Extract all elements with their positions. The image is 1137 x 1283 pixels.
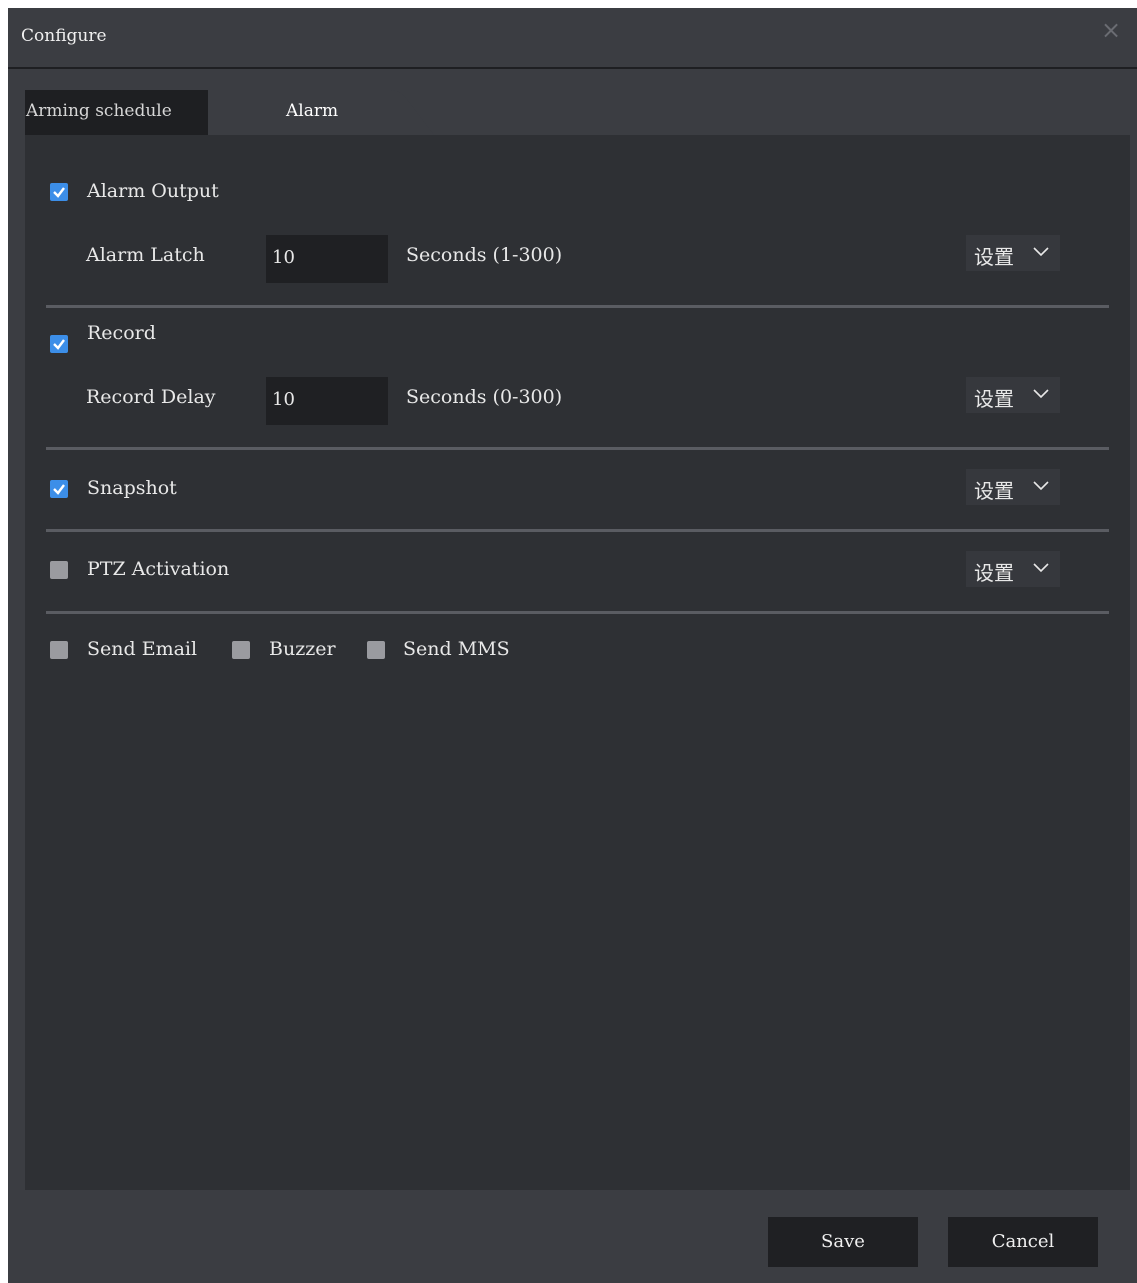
- divider: [46, 611, 1109, 614]
- snapshot-settings-button[interactable]: 设置: [966, 469, 1060, 505]
- divider: [46, 529, 1109, 532]
- tab-arming-schedule[interactable]: Arming schedule: [25, 90, 225, 135]
- snapshot-settings-label: 设置: [974, 479, 1014, 503]
- chevron-down-icon: [1033, 481, 1049, 491]
- send-email-checkbox[interactable]: [50, 641, 68, 659]
- send-mms-checkbox[interactable]: [367, 641, 385, 659]
- ptz-settings-button[interactable]: 设置: [966, 551, 1060, 587]
- cancel-button[interactable]: Cancel: [948, 1217, 1098, 1267]
- record-label: Record: [87, 322, 156, 344]
- buzzer-checkbox[interactable]: [232, 641, 250, 659]
- tab-arming-schedule-label: Arming schedule: [26, 101, 172, 121]
- record-settings-button[interactable]: 设置: [966, 377, 1060, 413]
- alarm-latch-label: Alarm Latch: [86, 244, 205, 266]
- alarm-output-label: Alarm Output: [87, 180, 219, 202]
- snapshot-checkbox[interactable]: [50, 480, 68, 498]
- divider: [46, 305, 1109, 308]
- chevron-down-icon: [1033, 563, 1049, 573]
- alarm-output-checkbox[interactable]: [50, 183, 68, 201]
- send-mms-label: Send MMS: [403, 638, 510, 660]
- ptz-activation-checkbox[interactable]: [50, 561, 68, 579]
- ptz-activation-label: PTZ Activation: [87, 558, 230, 580]
- configure-dialog: Configure × Arming schedule Alarm Alarm …: [8, 8, 1137, 1283]
- chevron-down-icon: [1033, 389, 1049, 399]
- alarm-output-settings-button[interactable]: 设置: [966, 235, 1060, 271]
- tab-bar: Arming schedule Alarm: [25, 90, 525, 135]
- save-button[interactable]: Save: [768, 1217, 918, 1267]
- alarm-panel: Alarm Output Alarm Latch 10 Seconds (1-3…: [25, 135, 1130, 1190]
- record-delay-label: Record Delay: [86, 386, 216, 408]
- close-icon[interactable]: ×: [1099, 18, 1123, 42]
- alarm-output-settings-label: 设置: [974, 245, 1014, 269]
- divider: [46, 447, 1109, 450]
- buzzer-label: Buzzer: [269, 638, 336, 660]
- tab-alarm[interactable]: Alarm: [208, 90, 448, 135]
- alarm-latch-unit: Seconds (1-300): [406, 244, 563, 266]
- chevron-down-icon: [1033, 247, 1049, 257]
- tab-alarm-label: Alarm: [286, 101, 339, 121]
- alarm-latch-input[interactable]: 10: [266, 235, 388, 283]
- dialog-title: Configure: [21, 26, 107, 46]
- record-checkbox[interactable]: [50, 335, 68, 353]
- snapshot-label: Snapshot: [87, 477, 177, 499]
- ptz-settings-label: 设置: [974, 561, 1014, 585]
- title-bar: Configure ×: [8, 8, 1137, 69]
- record-delay-unit: Seconds (0-300): [406, 386, 563, 408]
- record-settings-label: 设置: [974, 387, 1014, 411]
- send-email-label: Send Email: [87, 638, 198, 660]
- record-delay-input[interactable]: 10: [266, 377, 388, 425]
